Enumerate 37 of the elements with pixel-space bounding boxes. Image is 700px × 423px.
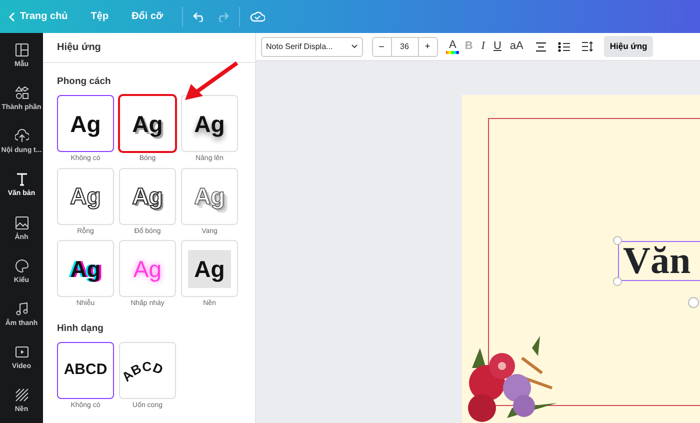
- resize-handle[interactable]: [613, 277, 622, 286]
- effects-button[interactable]: Hiệu ứng: [604, 36, 654, 57]
- letter-case-button[interactable]: aA: [506, 38, 526, 55]
- effect-tile[interactable]: Ag: [57, 168, 114, 225]
- curved-sample-text: ABCD: [118, 358, 165, 384]
- stripes-icon: [14, 388, 28, 402]
- arrow-icon: [183, 60, 239, 102]
- resize-handle[interactable]: [613, 236, 622, 245]
- caret-icon: [351, 44, 358, 49]
- back-icon: [9, 12, 15, 22]
- image-icon: [14, 216, 28, 230]
- effect-tile[interactable]: ABCD: [119, 342, 176, 399]
- section-title: Phong cách: [57, 75, 112, 89]
- effect-tile[interactable]: Ag: [119, 168, 176, 225]
- music-note-icon: [14, 302, 28, 316]
- effect-tile[interactable]: Ag: [181, 95, 238, 152]
- italic-button[interactable]: I: [478, 38, 488, 55]
- effect-tile[interactable]: Ag: [57, 240, 114, 298]
- shapes-icon: [14, 86, 28, 100]
- font-size-field[interactable]: 36: [390, 38, 418, 56]
- video-icon: [14, 344, 28, 359]
- text-icon: [14, 172, 28, 186]
- panel-title: Hiệu ứng: [57, 41, 101, 55]
- font-dropdown[interactable]: Noto Serif Displa...: [261, 36, 363, 56]
- section-title: Hình dạng: [57, 322, 104, 336]
- text-color-button[interactable]: A: [446, 39, 460, 54]
- effect-tile[interactable]: Ag: [119, 95, 176, 152]
- effect-tile[interactable]: Ag: [57, 95, 114, 152]
- palette-icon: [14, 258, 28, 273]
- effect-tile[interactable]: Ag: [181, 240, 238, 298]
- increase-button[interactable]: +: [418, 40, 436, 54]
- underline-button[interactable]: U: [490, 38, 504, 55]
- upload-icon: [14, 129, 28, 144]
- decrease-button[interactable]: –: [372, 40, 390, 54]
- effect-tile[interactable]: ABCD: [57, 342, 114, 399]
- rotate-handle[interactable]: [688, 297, 699, 308]
- layout-icon: [14, 43, 28, 58]
